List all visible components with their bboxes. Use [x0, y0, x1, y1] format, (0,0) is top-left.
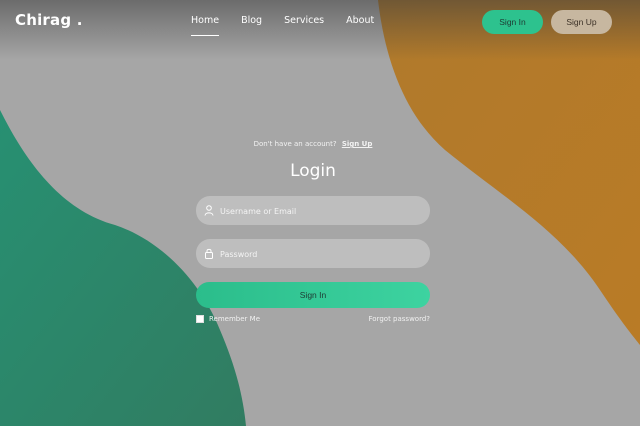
login-submit-button[interactable]: Sign In [196, 282, 430, 308]
remember-me-label: Remember Me [209, 315, 260, 323]
nav-link-services[interactable]: Services [284, 15, 324, 32]
brand-logo[interactable]: Chirag . [15, 11, 83, 29]
password-field[interactable] [196, 239, 430, 270]
login-form: Don't have an account? Sign Up Login Sig… [196, 140, 430, 323]
account-prompt-line: Don't have an account? Sign Up [196, 140, 430, 148]
nav-link-about[interactable]: About [346, 15, 374, 32]
user-icon [204, 205, 214, 216]
nav-link-home[interactable]: Home [191, 15, 220, 36]
account-prompt-text: Don't have an account? [253, 140, 337, 148]
nav-links: Home Blog Services About [191, 15, 396, 36]
username-input[interactable] [218, 196, 422, 227]
signup-link[interactable]: Sign Up [342, 140, 373, 148]
navbar: Chirag . Home Blog Services About Sign I… [0, 0, 640, 44]
username-field[interactable] [196, 196, 430, 227]
signup-button[interactable]: Sign Up [551, 10, 612, 34]
login-title: Login [290, 161, 336, 181]
login-options-row: Remember Me Forgot password? [196, 315, 430, 323]
signin-button[interactable]: Sign In [482, 10, 543, 34]
remember-me[interactable]: Remember Me [196, 315, 260, 323]
remember-me-checkbox[interactable] [196, 315, 204, 323]
lock-icon [205, 248, 213, 259]
nav-link-blog[interactable]: Blog [241, 15, 262, 32]
forgot-password-link[interactable]: Forgot password? [369, 315, 430, 323]
password-input[interactable] [218, 239, 422, 270]
